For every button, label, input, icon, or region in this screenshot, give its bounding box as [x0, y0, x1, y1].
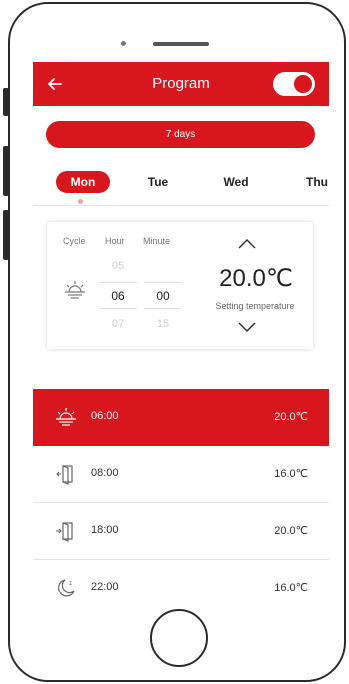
minute-select-top [144, 282, 182, 283]
tabs-divider [33, 205, 329, 206]
day-tabs: Mon Tue Wed Thu [33, 171, 329, 195]
minute-value[interactable]: 00 [143, 289, 183, 303]
chevron-down-icon[interactable] [236, 320, 258, 334]
hour-label: Hour [105, 236, 125, 246]
cycle-label: Cycle [63, 236, 86, 246]
schedule-time: 08:00 [91, 467, 119, 479]
camera [121, 41, 126, 46]
speaker [153, 42, 209, 46]
sunrise-icon [56, 408, 76, 426]
schedule-temp: 20.0℃ [274, 525, 308, 537]
schedule-temp: 16.0℃ [274, 582, 308, 594]
schedule-row[interactable]: z 22:00 16.0℃ [33, 560, 329, 608]
door-leave-icon [56, 465, 73, 485]
time-temp-editor: Cycle Hour Minute 05 06 07 00 15 20.0℃ S… [47, 222, 313, 349]
hour-select-top [99, 282, 137, 283]
door-return-icon [56, 522, 73, 542]
minute-label: Minute [143, 236, 171, 246]
temperature-label: Setting temperature [215, 301, 295, 311]
hour-select-bottom [99, 308, 137, 309]
tab-thu[interactable]: Thu [300, 171, 329, 193]
hour-value[interactable]: 06 [98, 289, 138, 303]
schedule-time: 18:00 [91, 524, 119, 536]
svg-text:z: z [69, 581, 72, 587]
tab-wed[interactable]: Wed [219, 171, 253, 193]
sunrise-icon[interactable] [64, 279, 86, 301]
schedule-time: 06:00 [91, 410, 119, 422]
temperature-value: 20.0℃ [219, 265, 293, 292]
schedule-time: 22:00 [91, 581, 119, 593]
schedule-temp: 16.0℃ [274, 468, 308, 480]
schedule-row[interactable]: 18:00 20.0℃ [33, 503, 329, 560]
toggle-knob [294, 75, 312, 93]
hour-prev[interactable]: 05 [98, 260, 138, 272]
program-toggle[interactable] [273, 72, 315, 96]
hour-next[interactable]: 07 [98, 318, 138, 330]
minute-next[interactable]: 15 [143, 318, 183, 330]
mode-selector-button[interactable]: 7 days [46, 121, 315, 148]
chevron-up-icon[interactable] [236, 237, 258, 251]
schedule-temp: 20.0℃ [274, 411, 308, 423]
schedule-row[interactable]: 08:00 16.0℃ [33, 446, 329, 503]
header-bar: Program [33, 62, 329, 106]
app-screen: Program 7 days Mon Tue Wed Thu Cycle Hou… [33, 62, 329, 608]
home-button[interactable] [150, 609, 208, 667]
active-day-indicator [78, 199, 83, 204]
tab-mon[interactable]: Mon [56, 171, 110, 193]
tab-tue[interactable]: Tue [141, 171, 175, 193]
moon-sleep-icon: z [58, 579, 75, 597]
schedule-row[interactable]: 06:00 20.0℃ [33, 389, 329, 446]
minute-select-bottom [144, 308, 182, 309]
